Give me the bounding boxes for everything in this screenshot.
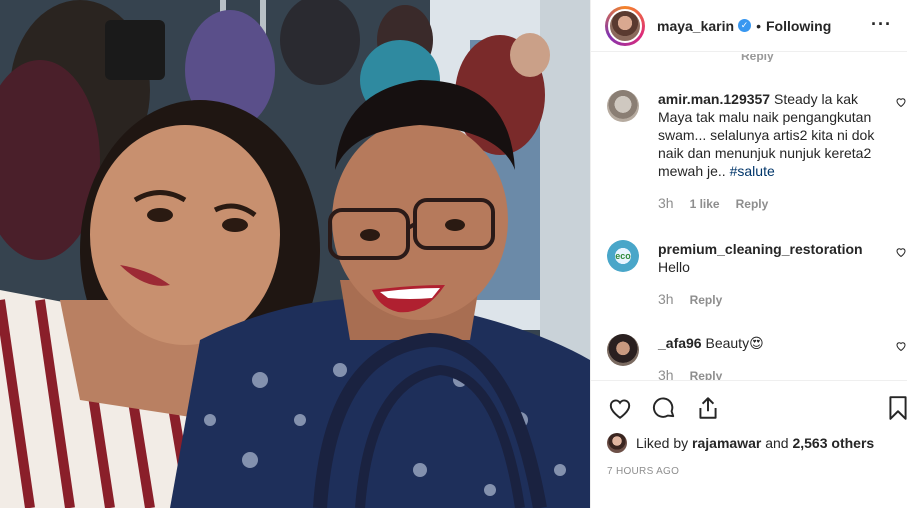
comment-meta: 3h Reply [658, 290, 892, 309]
comment-likes-count[interactable]: 1 like [690, 195, 720, 213]
comment-time[interactable]: 3h [658, 366, 674, 380]
author-username[interactable]: maya_karin [657, 18, 734, 34]
comment-reply-button[interactable]: Reply [690, 291, 723, 309]
comment-like-heart-icon[interactable] [895, 340, 907, 352]
comment-text: Hello [658, 259, 690, 275]
comment-body: _afa96 Beauty😍 3h Reply [658, 334, 892, 380]
comments-list[interactable]: Reply amir.man.129357 Steady la kak Maya… [591, 52, 907, 380]
liker-avatar[interactable] [607, 433, 627, 453]
cut-reply-text: Reply [741, 54, 774, 62]
comment-time[interactable]: 3h [658, 290, 674, 308]
commenter-avatar[interactable]: eco [607, 240, 639, 272]
comment-username[interactable]: _afa96 [658, 335, 702, 351]
comment-username[interactable]: premium_cleaning_restoration [658, 241, 863, 257]
liker-username[interactable]: rajamawar [692, 435, 761, 451]
heart-eyes-emoji: 😍 [749, 335, 764, 351]
commenter-avatar[interactable] [607, 334, 639, 366]
photo-illustration [0, 0, 590, 508]
post-side-panel: maya_karin ✓ • Following ··· Reply amir.… [590, 0, 907, 508]
comment-username[interactable]: amir.man.129357 [658, 91, 770, 107]
header-separator: • [756, 17, 761, 34]
author-avatar[interactable] [605, 5, 645, 46]
bookmark-icon[interactable] [885, 395, 907, 421]
verified-badge-icon: ✓ [738, 19, 752, 32]
eco-logo-text: eco [615, 251, 631, 261]
comment-text: Beauty [705, 335, 750, 351]
comment-icon[interactable] [651, 395, 677, 421]
comment-like-heart-icon[interactable] [895, 96, 907, 108]
post-header: maya_karin ✓ • Following ··· [591, 0, 907, 52]
comment-reply-button[interactable]: Reply [690, 367, 723, 380]
post-timestamp[interactable]: 7 HOURS AGO [607, 466, 679, 477]
comment-hashtag-link[interactable]: #salute [730, 163, 775, 179]
share-icon[interactable] [695, 395, 721, 421]
liked-by-label: Liked by [636, 435, 689, 451]
commenter-avatar[interactable] [607, 90, 639, 122]
following-button[interactable]: Following [766, 18, 831, 34]
likes-and-label: and [765, 435, 789, 451]
comment-meta: 3h Reply [658, 366, 892, 380]
heart-icon[interactable] [607, 395, 633, 421]
comment-body: premium_cleaning_restoration Hello 3h Re… [658, 240, 892, 309]
comment-like-heart-icon[interactable] [895, 246, 907, 258]
likes-summary: Liked by rajamawar and 2,563 others [607, 433, 874, 453]
likes-others-count[interactable]: 2,563 others [792, 435, 874, 451]
comment-reply-button[interactable]: Reply [736, 195, 769, 213]
comment-body: amir.man.129357 Steady la kak Maya tak m… [658, 90, 892, 213]
comment-meta: 3h 1 like Reply [658, 194, 892, 213]
post-photo[interactable] [0, 0, 590, 508]
comment-time[interactable]: 3h [658, 194, 674, 212]
more-options-icon[interactable]: ··· [871, 14, 892, 35]
post-actions: Liked by rajamawar and 2,563 others 7 HO… [591, 380, 907, 508]
